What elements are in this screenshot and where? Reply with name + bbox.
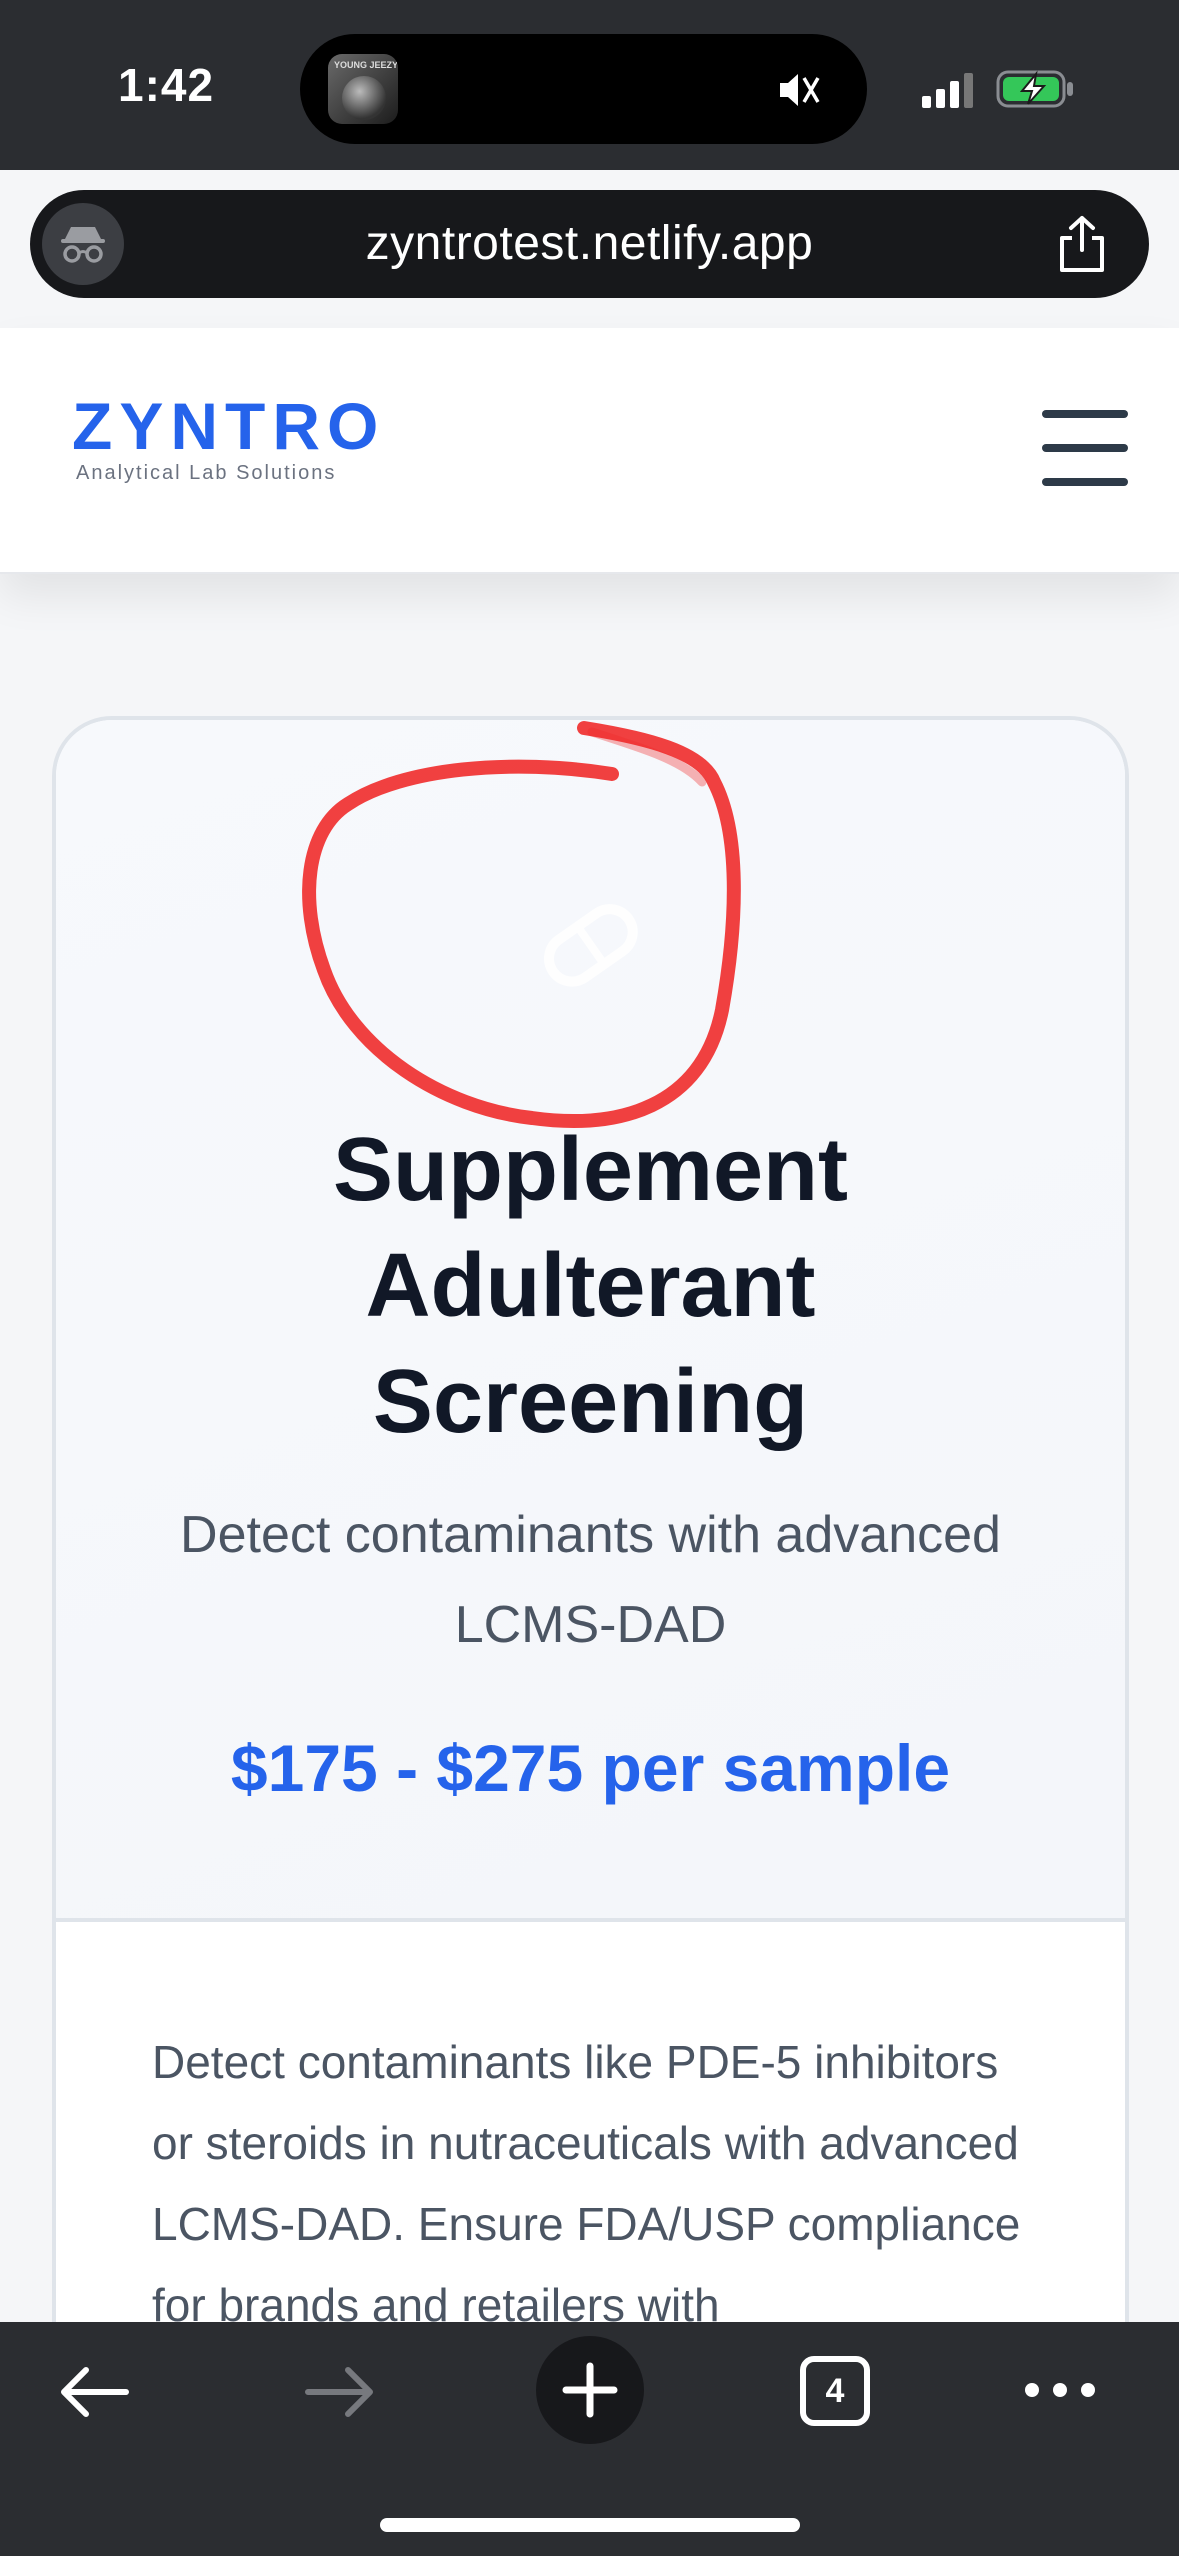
cellular-signal-icon [922, 73, 973, 108]
artwork-figure [342, 76, 386, 120]
more-dots-icon[interactable] [1022, 2378, 1098, 2402]
status-bar: 1:42 YOUNG JEEZY [0, 0, 1179, 170]
speaker-muted-icon [780, 74, 820, 106]
home-indicator[interactable] [380, 2518, 800, 2532]
address-bar[interactable]: zyntrotest.netlify.app [30, 190, 1149, 298]
status-time: 1:42 [118, 59, 215, 111]
annotation-circle [302, 721, 741, 1128]
now-playing-art-text: YOUNG JEEZY [334, 60, 398, 70]
card-title: Supplement Adulterant Screening [332, 1120, 849, 1452]
battery-charging-icon [996, 70, 1073, 108]
new-tab-button[interactable] [536, 2336, 644, 2444]
browser-toolbar: 4 [0, 2322, 1179, 2556]
dynamic-island[interactable]: YOUNG JEEZY [300, 34, 867, 144]
service-card: Supplement Adulterant Screening Detect c… [52, 716, 1129, 2436]
site-tagline: Analytical Lab Solutions [76, 462, 337, 484]
arrow-left-icon[interactable] [56, 2364, 132, 2420]
card-description: Detect contaminants like PDE-5 inhibitor… [152, 2036, 1021, 2331]
arrow-right-icon[interactable] [302, 2364, 378, 2420]
url-text[interactable]: zyntrotest.netlify.app [30, 216, 1149, 271]
card-subtitle: Detect contaminants with advanced LCMS-D… [180, 1506, 1001, 1654]
plus-icon [562, 2362, 618, 2418]
tab-switcher-button[interactable]: 4 [800, 2356, 870, 2426]
hamburger-menu-icon[interactable] [1036, 400, 1134, 496]
site-logo[interactable]: ZYNTRO [72, 388, 385, 464]
card-price: $175 - $275 per sample [230, 1731, 951, 1805]
site-header: ZYNTRO Analytical Lab Solutions [0, 328, 1179, 574]
card-header: Supplement Adulterant Screening Detect c… [56, 720, 1125, 1922]
share-icon[interactable] [1054, 214, 1110, 274]
now-playing-artwork[interactable]: YOUNG JEEZY [328, 54, 398, 124]
